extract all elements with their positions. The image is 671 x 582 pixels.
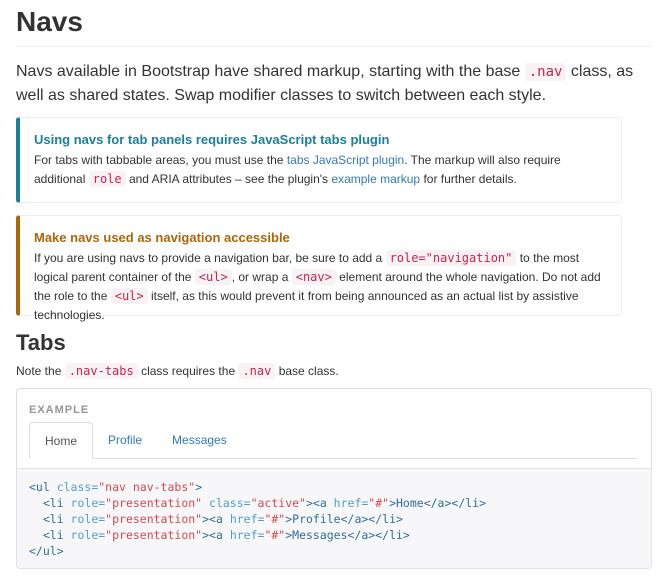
callout-accessibility: Make navs used as navigation accessible … [16,215,622,322]
callout-tabs-plugin: Using navs for tab panels requires JavaS… [16,117,622,203]
callout-info-text: for further details. [420,172,517,186]
code-token: "nav nav-tabs" [98,480,196,494]
code-token: <li [29,512,71,526]
tabs-note: Note the .nav-tabs class requires the .n… [16,363,339,379]
code-token: class= [56,480,99,494]
tab-profile[interactable]: Profile [93,422,157,458]
lead-code: .nav [524,63,567,81]
callout-info-heading: Using navs for tab panels requires JavaS… [34,132,390,147]
nav-code: .nav [238,363,276,379]
code-token: "presentation" [105,528,203,542]
code-token: <li [29,528,71,542]
callout-warning-text: , or wrap a [231,270,292,284]
example-box: EXAMPLE Home Profile Messages [16,388,652,468]
code-token: "active" [250,496,306,510]
example-label: EXAMPLE [29,404,90,416]
tabs-note-text: base class. [275,364,339,378]
code-token: >Profile</a></li> [285,512,403,526]
callout-info-text: and ARIA attributes – see the plugin's [125,172,332,186]
lead-text-1: Navs available in Bootstrap have shared … [16,63,525,80]
callout-warning-heading: Make navs used as navigation accessible [34,230,290,245]
code-token: <li [29,496,71,510]
page-title: Navs [16,6,652,47]
page: Navs Navs available in Bootstrap have sh… [0,0,671,582]
code-token: "#" [264,512,286,526]
code-token: ><a [202,528,230,542]
role-navigation-code: role="navigation" [385,250,517,266]
example-markup-link[interactable]: example markup [331,172,420,186]
code-token: role= [70,496,106,510]
callout-warning-body: If you are using navs to provide a navig… [34,249,607,325]
code-token: ><a [305,496,334,510]
code-token: >Home</a></li> [389,496,487,510]
nav-code: <nav> [291,269,336,285]
nav-tabs-code: .nav-tabs [64,363,138,379]
nav-tabs: Home Profile Messages [29,422,637,459]
tabs-note-text: class requires the [137,364,239,378]
code-token: "presentation" [105,496,203,510]
code-token: role= [70,512,106,526]
code-token: >Messages</a></li> [285,528,410,542]
code-token: href= [229,528,265,542]
callout-info-text: For tabs with tabbable areas, you must u… [34,153,287,167]
code-token: > [195,480,203,494]
code-token: href= [229,512,265,526]
code-token: "#" [368,496,390,510]
code-token: role= [70,528,106,542]
callout-info-body: For tabs with tabbable areas, you must u… [34,151,607,189]
code-token: </ul> [29,544,64,558]
ul-code: <ul> [194,269,232,285]
code-token: "#" [264,528,286,542]
code-token: <ul [29,480,57,494]
code-token: href= [333,496,369,510]
tabs-note-text: Note the [16,364,65,378]
tabs-heading: Tabs [16,330,66,355]
tab-messages[interactable]: Messages [157,422,242,458]
ul-code: <ul> [110,288,148,304]
lead-paragraph: Navs available in Bootstrap have shared … [16,60,646,107]
callout-warning-text: If you are using navs to provide a navig… [34,251,386,265]
role-code: role [88,171,126,187]
code-snippet: <ul class="nav nav-tabs"> <li role="pres… [16,468,652,569]
tab-home[interactable]: Home [29,422,94,459]
tabs-plugin-link[interactable]: tabs JavaScript plugin [287,153,404,167]
code-token: class= [202,496,251,510]
code-token: ><a [202,512,230,526]
code-token: "presentation" [105,512,203,526]
